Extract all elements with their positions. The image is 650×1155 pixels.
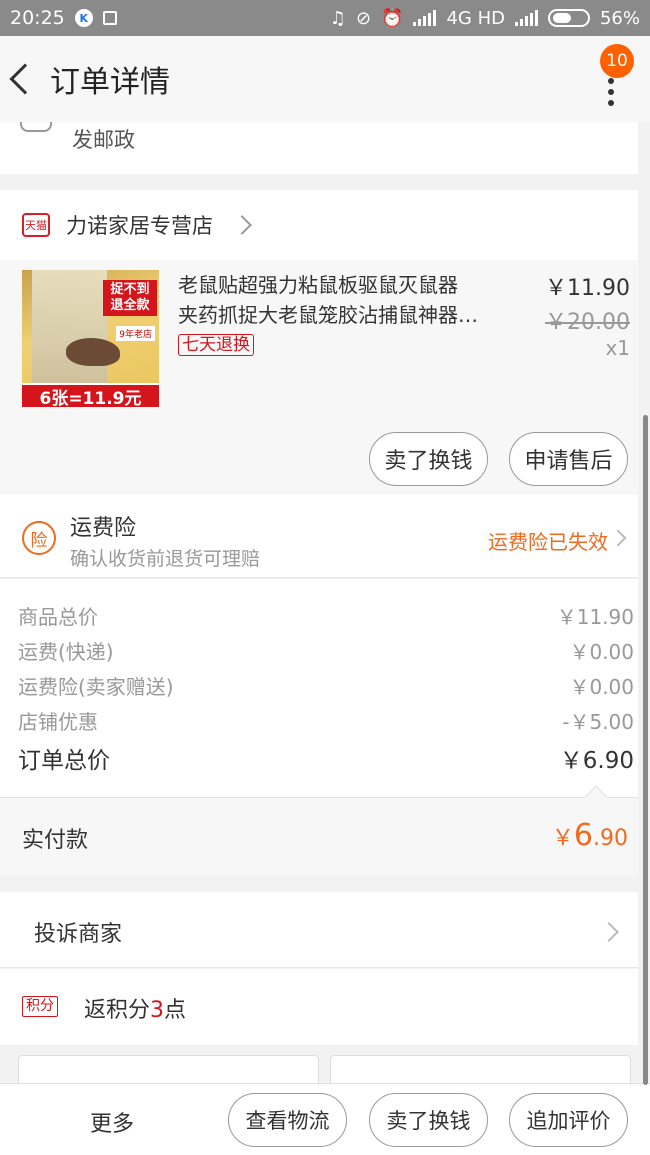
chevron-right-icon <box>232 215 252 235</box>
insurance-status: 运费险已失效 <box>488 530 608 554</box>
complain-merchant-row[interactable]: 投诉商家 <box>0 892 638 968</box>
signal-icon <box>413 10 437 26</box>
call-seller-button[interactable] <box>330 1055 631 1085</box>
view-logistics-button[interactable]: 查看物流 <box>228 1093 347 1147</box>
address-section: 发邮政 <box>0 122 638 174</box>
after-sale-button[interactable]: 申请售后 <box>509 432 628 486</box>
complain-label: 投诉商家 <box>34 922 123 947</box>
order-total-row: 订单总价 ￥6.90 <box>18 748 634 774</box>
actual-paid-row: 实付款 ￥6.90 <box>0 785 638 875</box>
product-image[interactable]: 捉不到退全款 9年老店 6张=11.9元 <box>22 270 159 407</box>
contact-buttons-strip <box>0 1045 638 1085</box>
bottom-action-bar: 更多 查看物流 卖了换钱 追加评价 <box>0 1083 650 1155</box>
notification-icon <box>102 11 117 25</box>
product-price: ￥11.90 <box>545 276 630 301</box>
contact-seller-button[interactable] <box>18 1055 319 1085</box>
store-name: 力诺家居专营店 <box>66 214 213 238</box>
store-row[interactable]: 天猫 力诺家居专营店 <box>0 190 638 260</box>
address-text: 发邮政 <box>72 128 135 152</box>
add-review-button[interactable]: 追加评价 <box>509 1093 628 1147</box>
chevron-right-icon <box>599 922 619 942</box>
return-policy-tag: 七天退换 <box>178 334 254 356</box>
more-button[interactable]: 更多 <box>90 1106 134 1138</box>
insurance-subtitle: 确认收货前退货可理赔 <box>70 548 261 570</box>
product-quantity: x1 <box>605 336 630 360</box>
scrollbar[interactable] <box>643 415 648 1085</box>
insurance-title: 运费险 <box>70 516 137 541</box>
mute-icon: ⊘ <box>355 7 372 29</box>
product-item[interactable]: 捉不到退全款 9年老店 6张=11.9元 老鼠贴超强力粘鼠板驱鼠灭鼠器 夹药抓捉… <box>0 260 638 493</box>
signal-icon-2 <box>514 10 538 26</box>
summary-row: 商品总价 ￥11.90 <box>18 605 634 629</box>
image-tag: 捉不到退全款 <box>103 280 157 316</box>
summary-row: 运费险(卖家赠送) ￥0.00 <box>18 675 634 699</box>
more-menu-icon[interactable] <box>608 78 614 106</box>
mouse-graphic <box>66 338 120 366</box>
shipping-insurance-row[interactable]: 险 运费险 确认收货前退货可理赔 运费险已失效 <box>0 494 638 578</box>
insurance-icon: 险 <box>22 521 56 555</box>
sell-button[interactable]: 卖了换钱 <box>369 432 488 486</box>
product-title: 老鼠贴超强力粘鼠板驱鼠灭鼠器 夹药抓捉大老鼠笼胶沾捕鼠神器… <box>178 273 478 327</box>
paid-label: 实付款 <box>22 828 89 853</box>
paid-amount: ￥6.90 <box>551 818 628 853</box>
points-icon: 积分 <box>22 996 58 1017</box>
battery-icon <box>547 9 590 27</box>
location-icon <box>20 122 52 132</box>
points-text: 返积分3点 <box>84 998 187 1023</box>
app-k-icon: K <box>74 9 93 27</box>
image-promo: 6张=11.9元 <box>22 383 159 407</box>
headphones-icon: ♫ <box>329 7 346 29</box>
price-summary: 商品总价 ￥11.90 运费(快递) ￥0.00 运费险(卖家赠送) ￥0.00… <box>0 579 638 797</box>
status-time: 20:25 <box>10 7 65 29</box>
message-badge: 10 <box>600 44 634 78</box>
product-original-price: ￥20.00 <box>545 310 630 335</box>
summary-row: 店铺优惠 -￥5.00 <box>18 710 634 734</box>
status-bar: 20:25 K ♫ ⊘ ⏰ 4G HD 56% <box>0 0 650 36</box>
summary-row: 运费(快递) ￥0.00 <box>18 640 634 664</box>
sell-button-footer[interactable]: 卖了换钱 <box>369 1093 488 1147</box>
tmall-icon: 天猫 <box>22 213 50 237</box>
image-sub: 9年老店 <box>116 326 155 341</box>
page-title: 订单详情 <box>50 65 170 100</box>
back-icon[interactable] <box>9 63 41 95</box>
battery-percent: 56% <box>599 7 640 29</box>
chevron-right-icon <box>609 529 627 547</box>
network-type: 4G HD <box>446 7 505 29</box>
alarm-icon: ⏰ <box>381 7 404 29</box>
points-row: 积分 返积分3点 <box>0 969 638 1045</box>
header: 订单详情 10 <box>0 36 650 122</box>
